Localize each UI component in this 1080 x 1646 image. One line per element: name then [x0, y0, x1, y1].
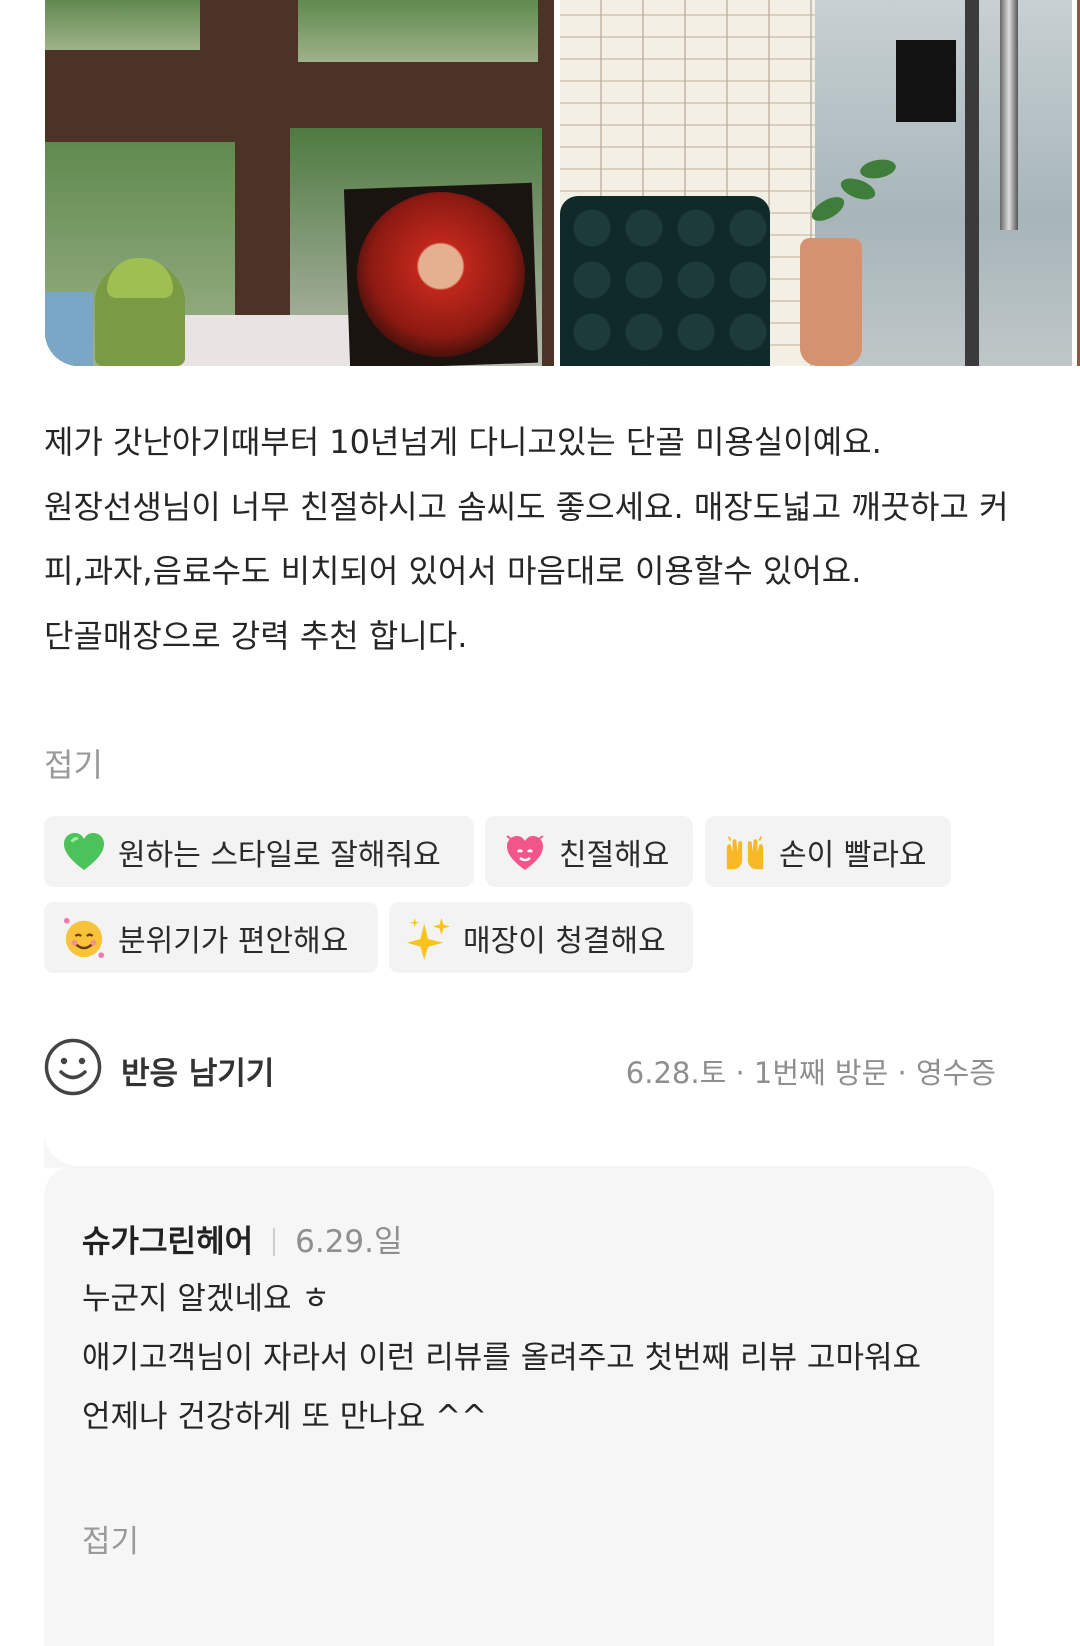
review-photo[interactable] — [45, 0, 554, 366]
tissue-box — [45, 292, 93, 366]
smile-icon[interactable] — [44, 1038, 102, 1096]
keyword-chip: 원하는 스타일로 잘해줘요 — [44, 816, 474, 887]
green-heart-icon — [62, 830, 106, 874]
door-handle — [1000, 0, 1018, 230]
reply-owner-name: 슈가그린헤어 — [82, 1224, 254, 1260]
keyword-label: 손이 빨라요 — [779, 837, 927, 873]
keyword-label: 매장이 청결해요 — [463, 923, 666, 959]
door-sign — [896, 40, 956, 122]
reply-text: 누군지 알겠네요 ㅎ 애기고객님이 자라서 이런 리뷰를 올려주고 첫번째 리뷰… — [82, 1281, 922, 1435]
review-photo-strip[interactable] — [45, 0, 1080, 366]
reaction-row: 반응 남기기 6.28.토 · 1번째 방문 · 영수증 — [44, 1036, 996, 1106]
owner-reply: 슈가그린헤어 6.29.일 누군지 알겠네요 ㅎ 애기고객님이 자라서 이런 리뷰… — [44, 1166, 994, 1646]
leather-sofa — [560, 196, 770, 366]
keyword-chip: 매장이 청결해요 — [389, 902, 693, 973]
keyword-chip: 손이 빨라요 — [705, 816, 951, 887]
fold-button[interactable]: 접기 — [44, 740, 103, 786]
beating-heart-icon — [503, 830, 547, 874]
plant-pot — [800, 238, 862, 366]
keyword-chip: 분위기가 편안해요 — [44, 902, 378, 973]
window-pane — [45, 0, 200, 50]
raising-hands-icon — [723, 830, 767, 874]
smiling-face-icon — [62, 916, 106, 960]
leave-reaction-button[interactable]: 반응 남기기 — [121, 1048, 274, 1093]
reply-fold-button[interactable]: 접기 — [82, 1516, 139, 1561]
keyword-chip: 친절해요 — [485, 816, 693, 887]
sparkles-icon — [407, 916, 451, 960]
review-photo[interactable] — [560, 0, 1072, 366]
reply-header: 슈가그린헤어 6.29.일 — [82, 1216, 403, 1261]
keyword-label: 원하는 스타일로 잘해줘요 — [118, 837, 441, 873]
hair-poster — [343, 182, 539, 366]
review-text: 제가 갓난아기때부터 10년넘게 다니고있는 단골 미용실이예요. 원장선생님이… — [44, 423, 1009, 655]
visit-meta: 6.28.토 · 1번째 방문 · 영수증 — [625, 1056, 996, 1090]
reply-date: 6.29.일 — [295, 1224, 403, 1260]
divider — [273, 1228, 276, 1256]
keyword-label: 분위기가 편안해요 — [118, 923, 349, 959]
window-pane — [298, 0, 538, 62]
keyword-label: 친절해요 — [559, 837, 670, 873]
